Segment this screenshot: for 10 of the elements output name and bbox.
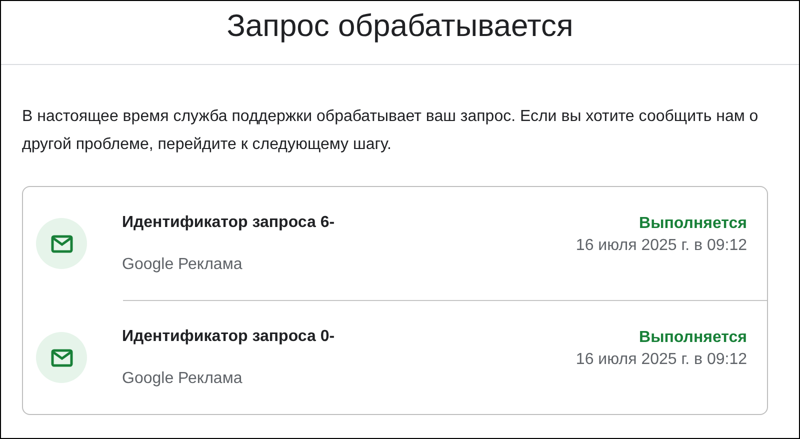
description-text: В настоящее время служба поддержки обрабатывает ваш запрос. Если вы хотите сообщить нам о другой проблеме, перейдите к следующему шагу. [22,107,760,155]
date-text: 16 июля 2025 г. в 09:12 [576,350,747,368]
status-text: Выполняется [639,328,747,346]
request-title: Идентификатор запроса 0- [122,326,336,346]
product-name: Google Реклама [122,254,244,274]
page-title: Запрос обрабатывается [226,7,574,45]
status-text: Выполняется [639,214,747,232]
date-text: 16 июля 2025 г. в 09:12 [576,236,747,254]
request-title: Идентификатор запроса 6- [122,212,336,232]
product-name: Google Реклама [122,368,244,388]
